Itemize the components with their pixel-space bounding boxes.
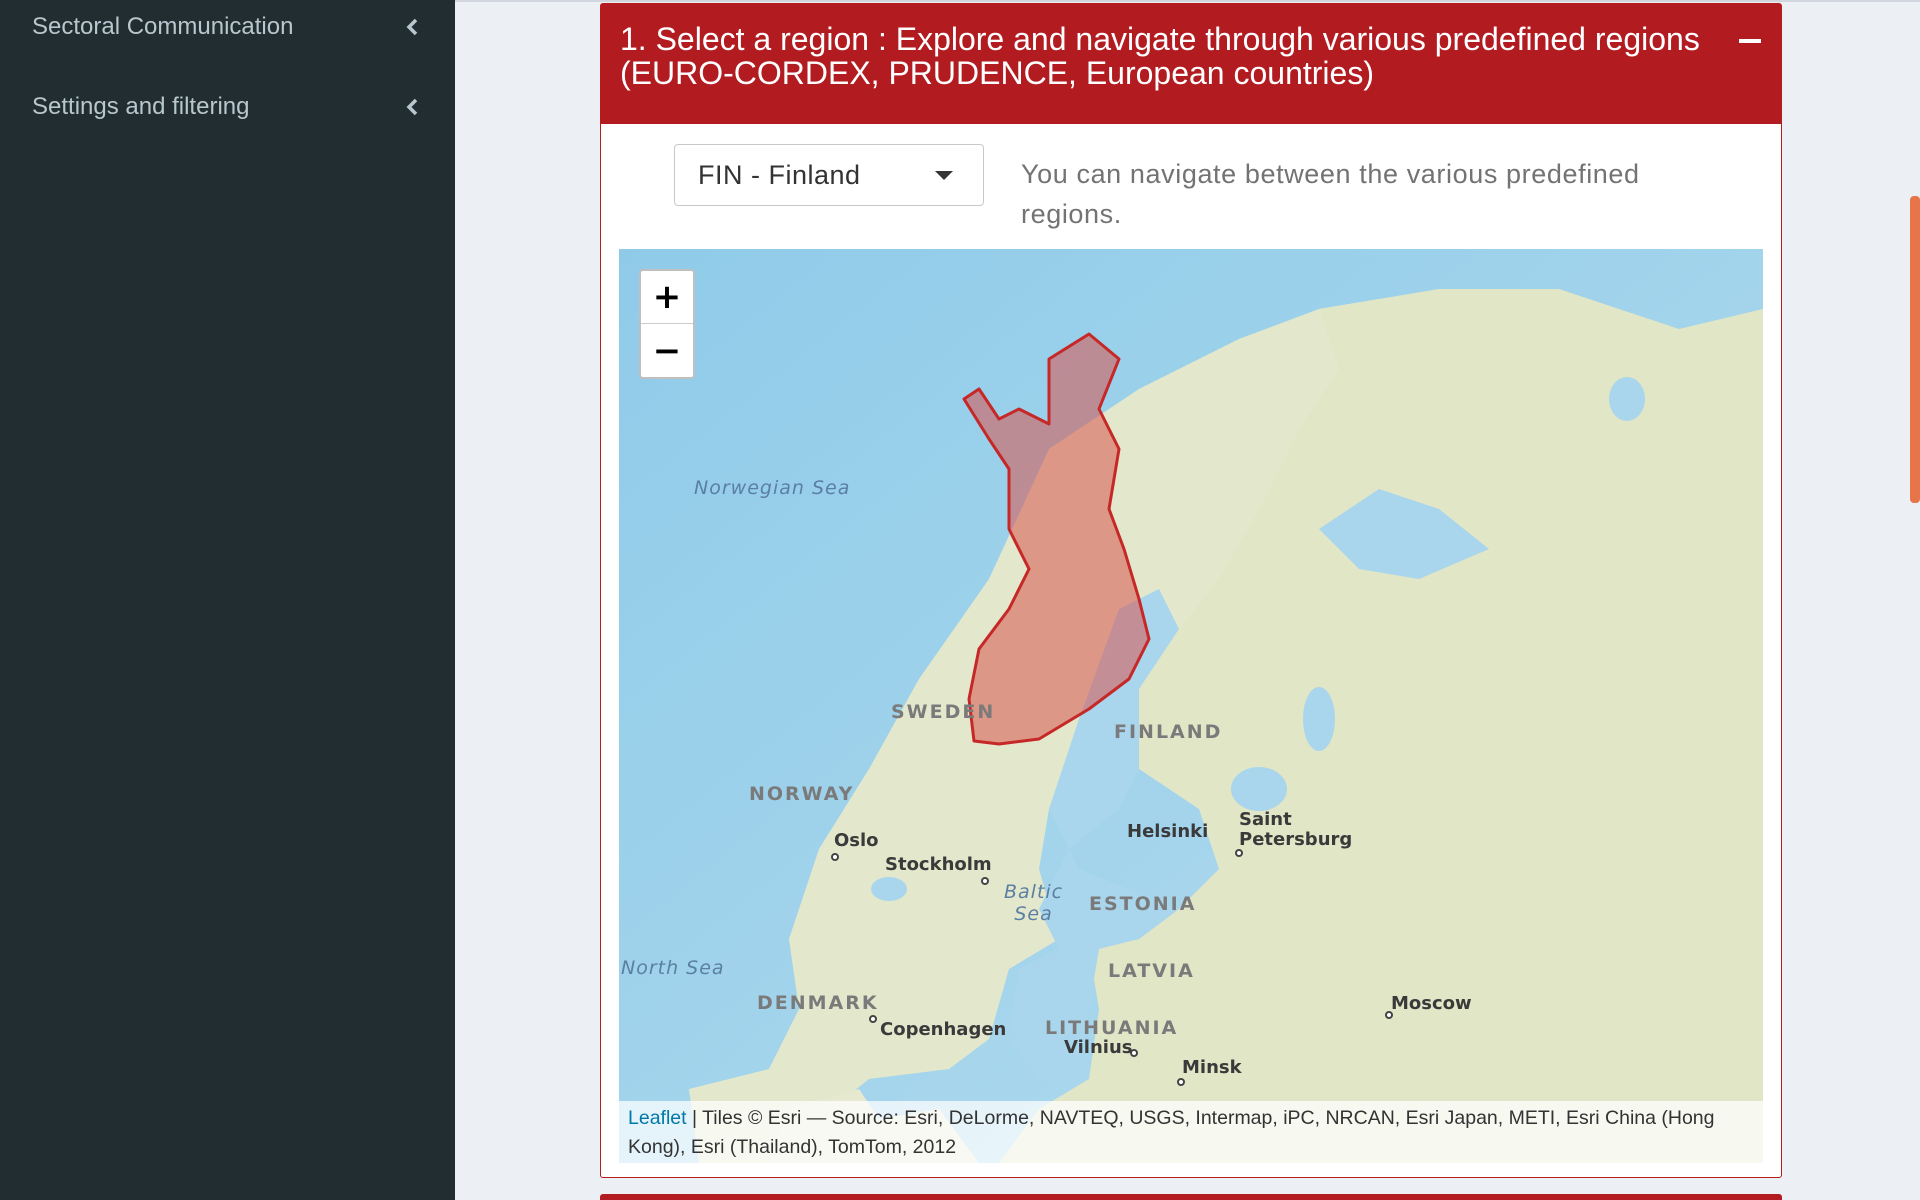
region-select[interactable]: FIN - Finland [674, 144, 984, 206]
label-sweden: SWEDEN [891, 701, 996, 723]
scrollbar[interactable] [1910, 196, 1920, 503]
city-marker [831, 853, 839, 861]
label-norwegian-sea: Norwegian Sea [694, 477, 851, 499]
city-marker [981, 877, 989, 885]
label-norway: NORWAY [749, 783, 855, 805]
label-minsk: Minsk [1182, 1057, 1242, 1078]
sidebar-item-settings-filtering[interactable]: Settings and filtering [0, 72, 455, 142]
next-box-header [600, 1194, 1782, 1200]
map-attribution: Leaflet | Tiles © Esri — Source: Esri, D… [619, 1101, 1763, 1163]
box-header: 1. Select a region : Explore and navigat… [601, 4, 1781, 124]
caret-down-icon [935, 171, 953, 180]
label-copenhagen: Copenhagen [880, 1019, 1007, 1040]
label-latvia: LATVIA [1108, 960, 1195, 982]
box-title: 1. Select a region : Explore and navigat… [620, 21, 1700, 91]
region-box: 1. Select a region : Explore and navigat… [600, 3, 1782, 1178]
label-baltic-sea: Baltic Sea [1004, 881, 1064, 925]
sidebar-item-label: Settings and filtering [32, 93, 250, 120]
minus-icon[interactable] [1739, 39, 1761, 43]
label-saint-petersburg-2: Petersburg [1239, 829, 1353, 850]
city-marker [1235, 849, 1243, 857]
map[interactable]: + − Norwegian Sea North Sea Baltic Sea SW… [619, 249, 1763, 1163]
zoom-in-button[interactable]: + [641, 271, 693, 324]
sidebar-item-label: Sectoral Communication [32, 13, 294, 40]
label-vilnius: Vilnius [1064, 1037, 1133, 1058]
label-finland: FINLAND [1114, 721, 1223, 743]
zoom-out-button[interactable]: − [641, 324, 693, 377]
help-text: You can navigate between the various pre… [1021, 159, 1640, 229]
main-content: 1. Select a region : Explore and navigat… [455, 0, 1920, 1200]
label-denmark: DENMARK [757, 992, 879, 1014]
label-stockholm: Stockholm [885, 854, 992, 875]
label-north-sea: North Sea [621, 957, 725, 979]
chevron-left-icon [406, 18, 418, 36]
label-helsinki: Helsinki [1127, 821, 1209, 842]
sidebar-item-sectoral-communication[interactable]: Sectoral Communication [0, 0, 455, 62]
city-marker [1177, 1078, 1185, 1086]
leaflet-link[interactable]: Leaflet [628, 1107, 687, 1129]
label-oslo: Oslo [834, 830, 879, 851]
zoom-control: + − [639, 269, 695, 379]
label-saint-petersburg: Saint [1239, 809, 1292, 830]
label-estonia: ESTONIA [1089, 893, 1197, 915]
map-base-tiles [619, 249, 1763, 1163]
city-marker [869, 1015, 877, 1023]
chevron-left-icon [406, 98, 418, 116]
region-select-value: FIN - Finland [698, 160, 861, 190]
attribution-text: | Tiles © Esri — Source: Esri, DeLorme, … [628, 1107, 1715, 1158]
label-moscow: Moscow [1391, 993, 1472, 1014]
label-lithuania: LITHUANIA [1045, 1017, 1179, 1039]
sidebar: Sectoral Communication Settings and filt… [0, 0, 455, 1200]
divider [455, 0, 1920, 2]
